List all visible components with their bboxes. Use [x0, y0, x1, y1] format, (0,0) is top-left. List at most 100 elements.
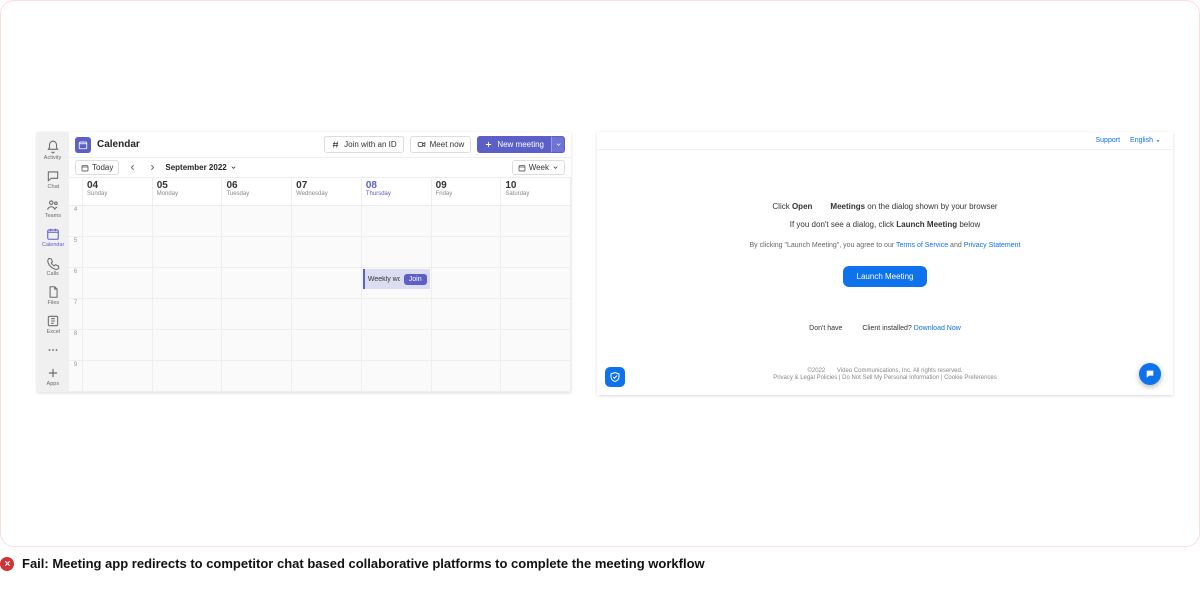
month-label: September 2022 [165, 163, 226, 172]
security-badge[interactable] [605, 367, 625, 387]
hash-icon [331, 140, 340, 149]
chevron-left-icon [128, 163, 137, 172]
button-label: Today [92, 163, 113, 172]
chevron-down-icon [552, 164, 559, 171]
chevron-down-icon [555, 141, 562, 148]
calendar-subheader: Today September 2022 Week [69, 158, 571, 178]
hour-label: 9 [69, 361, 83, 391]
rail-label: Files [47, 300, 59, 306]
day-header: 09Friday [432, 178, 502, 205]
new-meeting-button[interactable]: New meeting [477, 136, 551, 153]
chevron-down-icon [230, 164, 237, 171]
app-square-icon [46, 314, 60, 328]
rail-label: Activity [44, 155, 61, 161]
rail-label: Teams [45, 213, 61, 219]
hour-label: 6 [69, 268, 83, 298]
calendar-event[interactable]: Weekly work status Join [363, 269, 430, 289]
rail-calendar[interactable]: Calendar [37, 223, 69, 252]
rail-help[interactable]: Help [37, 391, 69, 392]
rail-label: Apps [47, 381, 60, 387]
launcher-line3: By clicking "Launch Meeting", you agree … [750, 242, 1021, 249]
rail-activity[interactable]: Activity [37, 136, 69, 165]
language-label: English [1130, 137, 1153, 144]
help-chat-fab[interactable] [1139, 363, 1161, 385]
hour-label: 5 [69, 237, 83, 267]
button-label: Join with an ID [344, 140, 396, 149]
chat-icon [46, 169, 60, 183]
hour-label: 4 [69, 206, 83, 236]
figure-caption: Fail: Meeting app redirects to competito… [0, 556, 705, 571]
rail-teams[interactable]: Teams [37, 194, 69, 223]
launcher-main: Click OpenMeetings on the dialog shown b… [597, 202, 1173, 287]
teams-app-rail: Activity Chat Teams Calendar Calls [37, 132, 69, 392]
day-header: 05Monday [153, 178, 223, 205]
launcher-line1: Click OpenMeetings on the dialog shown b… [772, 202, 997, 211]
phone-icon [46, 256, 60, 270]
rail-chat[interactable]: Chat [37, 165, 69, 194]
hour-label: 8 [69, 330, 83, 360]
event-join-button[interactable]: Join [404, 274, 427, 285]
download-prompt: Don't have Client installed? Download No… [597, 325, 1173, 332]
rail-apps[interactable]: Apps [37, 362, 69, 391]
launcher-topbar: Support English [597, 132, 1173, 150]
bell-icon [46, 140, 60, 154]
calendar-app-icon [75, 137, 91, 153]
calendar-cell[interactable]: Weekly work status Join [362, 268, 432, 298]
rail-app-pinned[interactable]: Excel [37, 310, 69, 339]
hour-label: 7 [69, 299, 83, 329]
rail-calls[interactable]: Calls [37, 252, 69, 281]
day-header: 07Wednesday [292, 178, 362, 205]
file-icon [46, 285, 60, 299]
meet-now-button[interactable]: Meet now [410, 136, 472, 153]
chat-bubble-icon [1145, 369, 1155, 379]
join-with-id-button[interactable]: Join with an ID [324, 136, 403, 153]
launcher-footer: ©2022 Video Communications, Inc. All rig… [597, 368, 1173, 381]
launch-meeting-button[interactable]: Launch Meeting [843, 266, 928, 287]
calendar-grid: 04Sunday 05Monday 06Tuesday 07Wednesday … [69, 178, 571, 392]
calendar-icon [46, 227, 60, 241]
people-icon [46, 198, 60, 212]
plus-icon [484, 140, 493, 149]
language-picker[interactable]: English [1130, 137, 1161, 144]
rail-label: Calendar [42, 242, 64, 248]
day-header: 06Tuesday [222, 178, 292, 205]
rail-label: Calls [47, 271, 59, 277]
new-meeting-dropdown[interactable] [551, 136, 565, 153]
rail-files[interactable]: Files [37, 281, 69, 310]
next-week-button[interactable] [145, 161, 159, 175]
download-link[interactable]: Download Now [914, 325, 961, 332]
page-title: Calendar [97, 139, 140, 150]
month-picker[interactable]: September 2022 [165, 163, 236, 172]
rail-more[interactable] [37, 339, 69, 362]
example-frame: Activity Chat Teams Calendar Calls [0, 0, 1200, 547]
calendar-header: Calendar Join with an ID Meet now New me… [69, 132, 571, 158]
button-label: New meeting [497, 140, 544, 149]
event-title: Weekly work status [368, 276, 400, 283]
privacy-link[interactable]: Privacy Statement [964, 242, 1021, 249]
caret-down-icon [1155, 138, 1161, 144]
teams-calendar-screenshot: Activity Chat Teams Calendar Calls [37, 132, 571, 392]
day-header-today: 08Thursday [362, 178, 432, 205]
day-header: 10Saturday [501, 178, 571, 205]
view-label: Week [529, 163, 549, 172]
view-switcher[interactable]: Week [512, 160, 565, 175]
calendar-small-icon [81, 164, 89, 172]
calendar-small-icon [518, 164, 526, 172]
fail-icon [0, 557, 14, 571]
day-header: 04Sunday [83, 178, 153, 205]
today-button[interactable]: Today [75, 160, 119, 175]
prev-week-button[interactable] [125, 161, 139, 175]
support-link[interactable]: Support [1096, 137, 1121, 144]
rail-label: Excel [46, 329, 59, 335]
rail-label: Chat [47, 184, 59, 190]
plus-icon [46, 366, 60, 380]
caption-text: Fail: Meeting app redirects to competito… [22, 556, 705, 571]
more-icon [46, 343, 60, 357]
tos-link[interactable]: Terms of Service [896, 242, 948, 249]
video-icon [417, 140, 426, 149]
button-label: Meet now [430, 140, 465, 149]
chevron-right-icon [148, 163, 157, 172]
launcher-line2: If you don't see a dialog, click Launch … [790, 220, 981, 229]
day-header-row: 04Sunday 05Monday 06Tuesday 07Wednesday … [69, 178, 571, 206]
meeting-launcher-screenshot: Support English Click OpenMeetings on th… [597, 132, 1173, 395]
